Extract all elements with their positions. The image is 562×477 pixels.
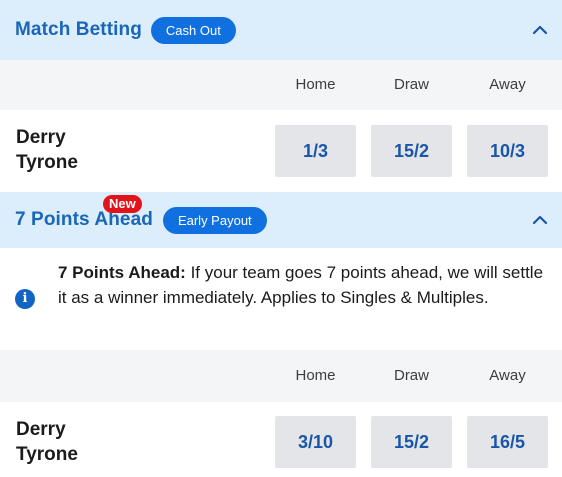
column-away: Away <box>489 76 526 93</box>
away-team: Tyrone <box>16 152 78 173</box>
odds-home-button[interactable]: 3/10 <box>275 416 356 468</box>
chevron-up-icon[interactable] <box>532 212 548 228</box>
column-header-row: Home Draw Away <box>0 350 562 402</box>
column-draw: Draw <box>393 76 429 93</box>
column-away: Away <box>489 367 526 384</box>
points-ahead-header[interactable]: 7 Points Ahead Early Payout <box>0 192 562 248</box>
info-title: 7 Points Ahead: <box>58 263 186 282</box>
section-title: Match Betting <box>15 19 142 40</box>
column-home: Home <box>295 76 336 93</box>
match-row: Derry Tyrone 1/3 15/2 10/3 <box>0 110 562 192</box>
away-team: Tyrone <box>16 444 78 465</box>
home-team: Derry <box>16 127 66 148</box>
column-header-row: Home Draw Away <box>0 60 562 110</box>
match-betting-header[interactable]: Match Betting Cash Out <box>0 0 562 60</box>
odds-draw-button[interactable]: 15/2 <box>371 125 452 177</box>
new-badge: New <box>103 195 142 213</box>
info-text: 7 Points Ahead: If your team goes 7 poin… <box>58 260 554 310</box>
column-home: Home <box>295 367 336 384</box>
chevron-up-icon[interactable] <box>532 22 548 38</box>
odds-away-button[interactable]: 10/3 <box>467 125 548 177</box>
cash-out-badge: Cash Out <box>150 16 236 44</box>
match-row: Derry Tyrone 3/10 15/2 16/5 <box>0 402 562 477</box>
team-names: Derry Tyrone <box>16 417 78 467</box>
early-payout-badge: Early Payout <box>162 206 267 234</box>
column-draw: Draw <box>393 367 429 384</box>
team-names: Derry Tyrone <box>16 125 78 175</box>
home-team: Derry <box>16 419 66 440</box>
odds-home-button[interactable]: 1/3 <box>275 125 356 177</box>
odds-draw-button[interactable]: 15/2 <box>371 416 452 468</box>
info-icon: i <box>15 289 35 309</box>
odds-away-button[interactable]: 16/5 <box>467 416 548 468</box>
